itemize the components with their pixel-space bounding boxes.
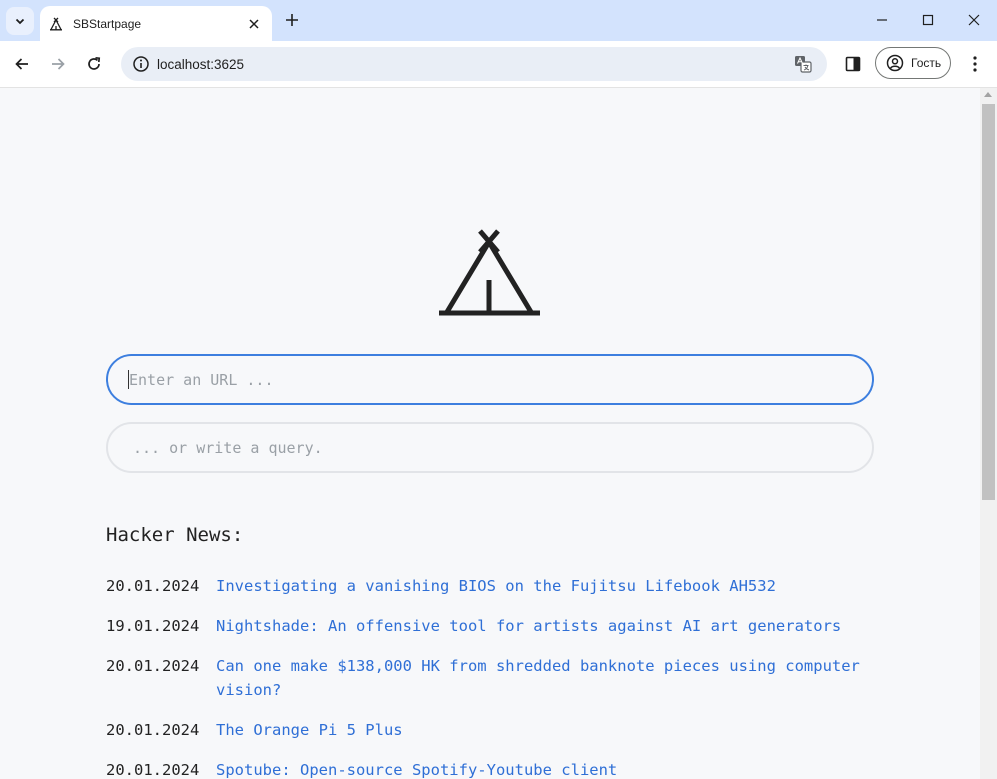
side-panel-icon — [845, 56, 861, 72]
page-scrollbar[interactable] — [980, 88, 997, 779]
tab-title: SBStartpage — [73, 16, 142, 31]
profile-label: Гость — [911, 56, 942, 70]
reload-icon — [88, 56, 101, 70]
maximize-button[interactable] — [905, 0, 951, 40]
arrow-left-icon — [15, 58, 28, 70]
news-item: 20.01.2024 Investigating a vanishing BIO… — [106, 574, 886, 598]
tab-active[interactable]: SBStartpage — [40, 6, 272, 41]
tent-icon — [49, 17, 63, 31]
news-item: 20.01.2024 Spotube: Open-source Spotify-… — [106, 758, 886, 779]
tab-search-button[interactable] — [6, 7, 34, 35]
account-icon — [886, 54, 904, 72]
forward-button[interactable] — [44, 50, 72, 78]
news-date: 20.01.2024 — [106, 657, 200, 675]
minimize-button[interactable] — [859, 0, 905, 40]
news-link[interactable]: The Orange Pi 5 Plus — [216, 718, 886, 742]
maximize-icon — [922, 14, 934, 26]
url-input-placeholder: Enter an URL ... — [129, 370, 274, 389]
more-vertical-icon — [973, 56, 977, 72]
news-link[interactable]: Spotube: Open-source Spotify-Youtube cli… — [216, 758, 886, 779]
tab-strip: SBStartpage — [0, 0, 997, 41]
browser-menu-button[interactable] — [963, 51, 987, 77]
query-input[interactable]: ... or write a query. — [106, 422, 874, 473]
scroll-up-arrow-icon[interactable] — [984, 92, 992, 97]
query-input-placeholder: ... or write a query. — [133, 438, 323, 457]
reload-button[interactable] — [80, 50, 108, 78]
plus-icon — [286, 14, 298, 26]
news-date: 20.01.2024 — [106, 761, 200, 779]
news-link[interactable]: Can one make $138,000 HK from shredded b… — [216, 654, 886, 702]
news-item: 20.01.2024 The Orange Pi 5 Plus — [106, 718, 886, 742]
minimize-icon — [877, 19, 887, 21]
translate-icon[interactable] — [791, 52, 815, 76]
news-date: 19.01.2024 — [106, 617, 200, 635]
site-info-icon[interactable] — [129, 52, 153, 76]
news-link[interactable]: Investigating a vanishing BIOS on the Fu… — [216, 574, 886, 598]
tent-icon — [437, 228, 543, 318]
news-link[interactable]: Nightshade: An offensive tool for artist… — [216, 614, 886, 638]
arrow-right-icon — [52, 58, 65, 70]
new-tab-button[interactable] — [281, 9, 303, 31]
close-window-button[interactable] — [951, 0, 997, 40]
side-panel-button[interactable] — [840, 51, 866, 77]
news-item: 20.01.2024 Can one make $138,000 HK from… — [106, 654, 886, 702]
hacker-news-heading: Hacker News: — [106, 524, 244, 546]
page-content: Enter an URL ... ... or write a query. H… — [0, 88, 980, 779]
scrollbar-thumb[interactable] — [982, 104, 995, 500]
chevron-down-icon — [15, 18, 25, 25]
address-bar[interactable]: localhost:3625 — [121, 47, 827, 81]
url-input[interactable]: Enter an URL ... — [106, 354, 874, 405]
close-icon — [968, 14, 980, 26]
news-date: 20.01.2024 — [106, 721, 200, 739]
hacker-news-list: 20.01.2024 Investigating a vanishing BIO… — [106, 574, 886, 779]
back-button[interactable] — [8, 50, 36, 78]
browser-toolbar: localhost:3625 Гость — [0, 41, 997, 88]
address-url[interactable]: localhost:3625 — [157, 57, 791, 72]
news-item: 19.01.2024 Nightshade: An offensive tool… — [106, 614, 886, 638]
news-date: 20.01.2024 — [106, 577, 200, 595]
profile-button[interactable]: Гость — [875, 47, 951, 79]
close-tab-icon[interactable] — [245, 15, 263, 33]
